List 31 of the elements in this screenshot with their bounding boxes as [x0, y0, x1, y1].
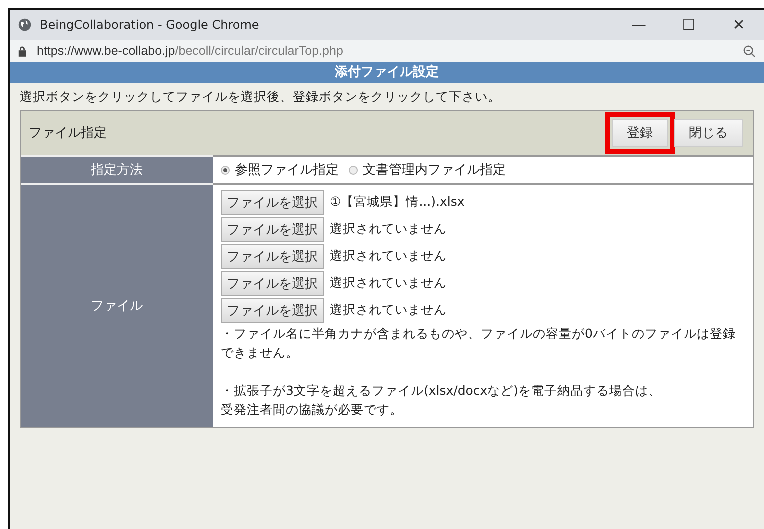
instruction-text: 選択ボタンをクリックしてファイルを選択後、登録ボタンをクリックして下さい。: [20, 88, 502, 106]
url-text: https://www.be-collabo.jp/becoll/circular/circularTop.php: [37, 44, 344, 58]
row-label: 指定方法: [21, 155, 213, 183]
choose-file-button[interactable]: ファイルを選択: [221, 271, 324, 296]
window-control[interactable]: ☐: [664, 10, 714, 40]
file-status: ①【宮城県】情...).xlsx: [330, 194, 465, 211]
file-status: 選択されていません: [330, 302, 447, 319]
window-control[interactable]: —: [614, 10, 664, 40]
lock-icon: [18, 46, 27, 56]
note-text: 受発注者間の協議が必要です。: [221, 401, 404, 419]
radio-option[interactable]: 文書管理内ファイル指定: [349, 161, 506, 179]
file-status: 選択されていません: [330, 275, 447, 292]
note-text: ・ファイル名に半角カナが含まれるものや、ファイルの容量が0バイトのファイルは登録できません。: [221, 325, 737, 362]
note-text: ・拡張子が3文字を超えるファイル(xlsx/docxなど)を電子納品する場合は、: [221, 382, 663, 400]
row-label: ファイル: [21, 183, 213, 427]
choose-file-button[interactable]: ファイルを選択: [221, 217, 324, 242]
panel-title: ファイル指定: [29, 125, 107, 142]
radio-button[interactable]: [221, 166, 230, 174]
close-button[interactable]: 閉じる: [674, 119, 743, 147]
file-status: 選択されていません: [330, 221, 447, 238]
globe-icon: [18, 18, 32, 32]
choose-file-button[interactable]: ファイルを選択: [221, 298, 324, 323]
window-title: BeingCollaboration - Google Chrome: [40, 18, 260, 32]
radio-option[interactable]: 参照ファイル指定: [221, 161, 339, 179]
window-control[interactable]: ✕: [714, 10, 764, 40]
zoom-icon[interactable]: [743, 44, 756, 58]
radio-button[interactable]: [349, 166, 358, 174]
choose-file-button[interactable]: ファイルを選択: [221, 190, 324, 215]
dialog-title: 添付ファイル設定: [10, 62, 764, 83]
choose-file-button[interactable]: ファイルを選択: [221, 244, 324, 269]
file-status: 選択されていません: [330, 248, 447, 265]
